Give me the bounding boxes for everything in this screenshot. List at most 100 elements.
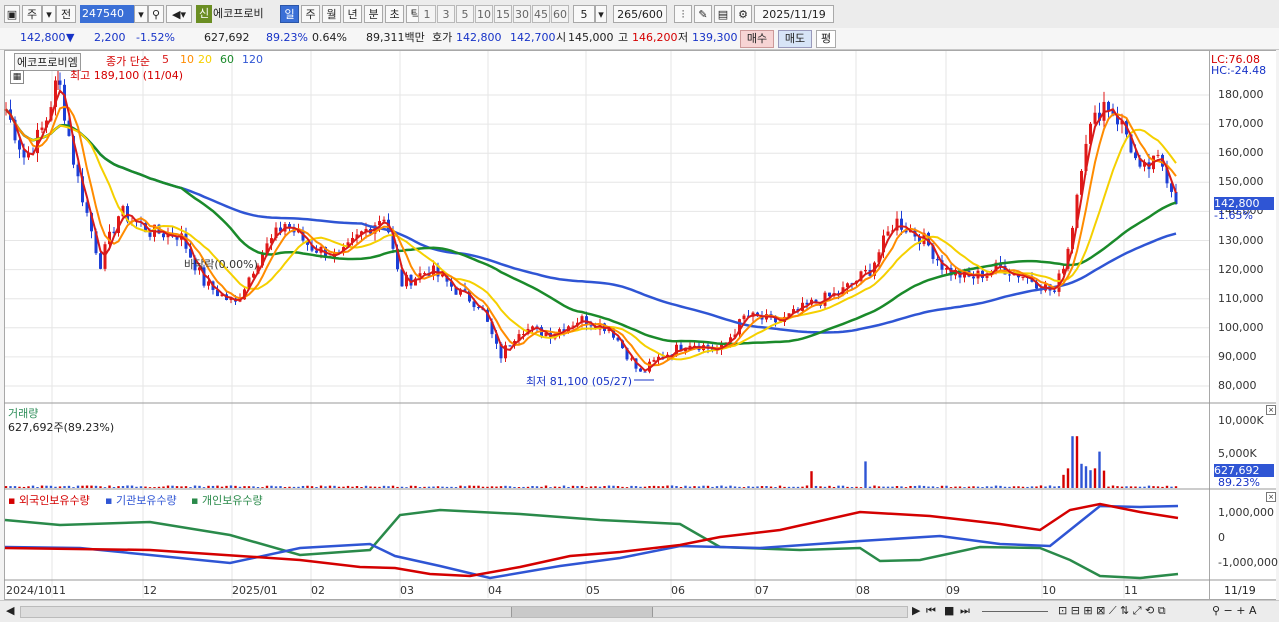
holding-legend-item: ▪ 개인보유수량 bbox=[191, 494, 263, 507]
volume-value: 627,692주(89.23%) bbox=[8, 421, 115, 434]
last-icon[interactable]: ⏭ bbox=[960, 604, 970, 618]
ma-period-5: 5 bbox=[162, 53, 169, 66]
volume-bar bbox=[333, 485, 336, 488]
volume-bar bbox=[540, 486, 543, 488]
volume-bar bbox=[4, 486, 8, 488]
volume-bar bbox=[972, 486, 975, 488]
volume-bar bbox=[661, 486, 665, 488]
volume-bar bbox=[1017, 486, 1020, 488]
volume-bar bbox=[1008, 486, 1011, 488]
volume-bar bbox=[1035, 486, 1038, 488]
volume-bar bbox=[630, 485, 633, 488]
volume-bar bbox=[355, 486, 359, 488]
tool-icons[interactable]: ⊡ ⊟ ⊞ ⊠ ⟋ ⇅ ⤢ ⟲ ⧉ bbox=[1058, 604, 1166, 618]
candle-body bbox=[936, 258, 939, 261]
volume-bar bbox=[1039, 485, 1043, 488]
volume-bar bbox=[292, 486, 296, 488]
volume-bar bbox=[895, 485, 899, 488]
zoom-icons[interactable]: ⚲ − + A bbox=[1212, 604, 1257, 617]
holding-panel-close-icon[interactable]: × bbox=[1266, 492, 1276, 502]
volume-bar bbox=[940, 485, 944, 488]
volume-bar bbox=[13, 486, 17, 488]
bottom-bar: ◀ ▶ ⏮ ■ ⏭ ⊡ ⊟ ⊞ ⊠ ⟋ ⇅ ⤢ ⟲ ⧉ ⚲ − + A bbox=[0, 600, 1279, 622]
volume-bar bbox=[774, 487, 777, 488]
ma-period-10: 10 bbox=[180, 53, 194, 66]
volume-bar bbox=[1170, 486, 1173, 488]
volume-bar bbox=[58, 486, 62, 488]
volume-bar bbox=[40, 485, 44, 488]
volume-bar bbox=[1053, 486, 1056, 488]
volume-bar bbox=[427, 486, 431, 488]
volume-bar bbox=[468, 485, 471, 488]
volume-bar bbox=[423, 486, 426, 488]
last-date: 11/19 bbox=[1224, 584, 1256, 597]
volume-bar bbox=[396, 486, 399, 488]
volume-bar bbox=[1156, 486, 1160, 488]
volume-bar bbox=[751, 486, 755, 488]
volume-bar bbox=[315, 486, 318, 488]
volume-bar bbox=[900, 486, 903, 488]
candle-body bbox=[40, 127, 44, 130]
volume-bar bbox=[841, 485, 845, 488]
volume-bar bbox=[108, 485, 111, 488]
volume-bar bbox=[1044, 486, 1047, 488]
volume-bar bbox=[369, 486, 372, 488]
volume-bar bbox=[598, 486, 602, 488]
x-label: 07 bbox=[755, 584, 769, 597]
volume-tick: 5,000K bbox=[1218, 447, 1257, 460]
volume-bar bbox=[684, 485, 687, 488]
volume-bar bbox=[553, 486, 557, 488]
zoom-slider[interactable] bbox=[982, 611, 1048, 612]
volume-bar bbox=[54, 486, 57, 488]
volume-bar bbox=[796, 486, 800, 488]
volume-bar bbox=[742, 487, 746, 488]
volume-bar bbox=[382, 485, 386, 488]
price-tick: 90,000 bbox=[1218, 349, 1257, 363]
play-icon[interactable]: ▶ bbox=[912, 604, 920, 617]
x-label: 03 bbox=[400, 584, 414, 597]
volume-bar bbox=[472, 485, 476, 488]
volume-bar bbox=[913, 485, 917, 488]
candle-body bbox=[1053, 290, 1056, 292]
scrollbar-track[interactable] bbox=[20, 606, 908, 618]
candle-body bbox=[864, 270, 867, 272]
volume-bar bbox=[846, 486, 849, 488]
first-icon[interactable]: ⏮ bbox=[926, 604, 936, 618]
scroll-left-icon[interactable]: ◀ bbox=[6, 604, 14, 617]
volume-bar bbox=[904, 487, 908, 488]
volume-bar bbox=[22, 486, 26, 488]
volume-bar bbox=[364, 485, 368, 488]
volume-bar bbox=[180, 486, 183, 488]
volume-bar bbox=[603, 486, 606, 488]
volume-bar bbox=[648, 486, 651, 488]
volume-bar bbox=[1125, 486, 1128, 488]
volume-bar bbox=[634, 486, 638, 488]
volume-pct: 89.23% bbox=[1218, 476, 1260, 489]
volume-bar bbox=[756, 486, 759, 488]
volume-bar bbox=[810, 471, 813, 488]
volume-bar bbox=[769, 486, 773, 488]
scrollbar-thumb[interactable] bbox=[511, 607, 653, 617]
volume-bar bbox=[1026, 486, 1029, 488]
volume-bar bbox=[283, 487, 287, 488]
volume-bar bbox=[873, 485, 876, 488]
volume-bar bbox=[99, 486, 102, 488]
volume-bar bbox=[819, 486, 822, 488]
volume-bar bbox=[112, 487, 116, 488]
volume-bar bbox=[481, 486, 485, 488]
x-label: 04 bbox=[488, 584, 502, 597]
volume-bar bbox=[94, 485, 98, 488]
stop-icon[interactable]: ■ bbox=[944, 604, 954, 617]
volume-bar bbox=[171, 485, 174, 488]
volume-bar bbox=[220, 486, 224, 488]
volume-bar bbox=[418, 487, 422, 488]
price-tick: 180,000 bbox=[1218, 88, 1264, 101]
volume-panel-close-icon[interactable]: × bbox=[1266, 405, 1276, 415]
price-tick: 150,000 bbox=[1218, 175, 1264, 189]
volume-bar bbox=[130, 485, 134, 488]
volume-bar bbox=[360, 486, 363, 488]
volume-bar bbox=[486, 486, 489, 488]
grid-icon[interactable]: ▦ bbox=[10, 70, 24, 84]
candle-body bbox=[207, 281, 210, 286]
volume-bar bbox=[72, 487, 75, 488]
